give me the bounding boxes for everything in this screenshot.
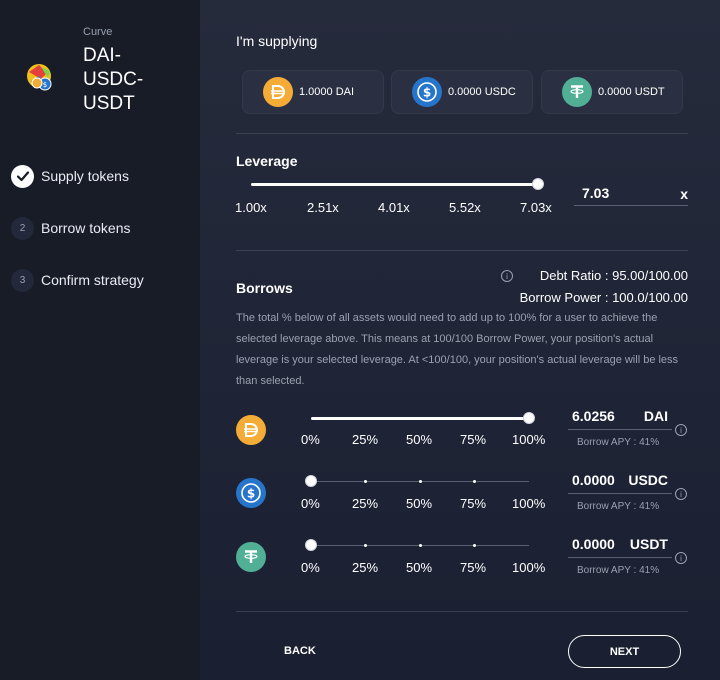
- borrow-tick: 0%: [301, 560, 320, 575]
- borrow-input-dai[interactable]: 6.0256 DAI: [568, 408, 672, 430]
- borrow-value: 0.0000: [572, 472, 615, 488]
- usdc-icon: $: [236, 478, 266, 508]
- borrow-symbol: USDT: [629, 536, 668, 552]
- borrows-title: Borrows: [236, 280, 293, 296]
- borrow-tick: 75%: [460, 496, 487, 511]
- svg-text:$: $: [247, 487, 255, 501]
- info-icon[interactable]: i: [675, 424, 687, 436]
- borrow-tick: 25%: [352, 496, 379, 511]
- supply-usdt-button[interactable]: 0.0000 USDT: [541, 70, 683, 114]
- borrow-input-usdt[interactable]: 0.0000 USDT: [568, 536, 672, 558]
- debt-ratio: Debt Ratio : 95.00/100.00: [539, 268, 688, 283]
- borrow-input-usdc[interactable]: 0.0000 USDC: [568, 472, 672, 494]
- borrow-apy: Borrow APY : 41%: [577, 565, 660, 576]
- pool-name-line: USDT: [83, 93, 135, 114]
- borrow-apy: Borrow APY : 41%: [577, 437, 660, 448]
- slider-mark: [364, 544, 367, 547]
- next-button[interactable]: NEXT: [568, 635, 681, 668]
- borrow-tick: 100%: [512, 496, 546, 511]
- borrow-tick: 0%: [301, 432, 320, 447]
- usdt-icon: [562, 77, 592, 107]
- usdt-icon: [236, 542, 266, 572]
- leverage-value: 7.03: [582, 185, 610, 201]
- info-icon[interactable]: i: [675, 488, 687, 500]
- borrow-apy: Borrow APY : 41%: [577, 501, 660, 512]
- borrow-tick: 50%: [406, 432, 433, 447]
- supply-amount: 1.0000 DAI: [299, 86, 355, 98]
- borrow-slider-handle-dai[interactable]: [523, 412, 535, 424]
- borrow-tick: 25%: [352, 560, 379, 575]
- info-icon[interactable]: i: [501, 270, 513, 282]
- borrow-tick: 0%: [301, 496, 320, 511]
- borrow-slider-handle-usdc[interactable]: [305, 475, 317, 487]
- pool-name: DAI- USDC- USDT: [83, 44, 183, 116]
- pool-protocol-label: Curve: [83, 26, 113, 38]
- borrow-value: 0.0000: [572, 536, 615, 552]
- step-supply-tokens[interactable]: Supply tokens: [11, 164, 129, 188]
- dai-icon: [236, 415, 266, 445]
- info-icon[interactable]: i: [675, 552, 687, 564]
- slider-mark: [364, 480, 367, 483]
- supply-amount: 0.0000 USDC: [448, 86, 516, 98]
- divider: [236, 250, 688, 251]
- pool-logo-icon: $: [25, 63, 55, 93]
- dai-icon: [263, 77, 293, 107]
- borrow-tick: 100%: [512, 560, 546, 575]
- borrow-tick: 50%: [406, 560, 433, 575]
- borrow-symbol: USDC: [628, 472, 668, 488]
- pool-name-line: DAI-: [83, 45, 121, 66]
- borrow-tick: 50%: [406, 496, 433, 511]
- step-label: Supply tokens: [41, 168, 129, 184]
- leverage-tick: 4.01x: [378, 200, 410, 215]
- slider-mark: [473, 544, 476, 547]
- step-confirm-strategy[interactable]: 3 Confirm strategy: [11, 268, 144, 292]
- step-borrow-tokens[interactable]: 2 Borrow tokens: [11, 216, 130, 240]
- usdc-icon: $: [412, 77, 442, 107]
- step-number: 3: [11, 268, 34, 292]
- svg-text:$: $: [423, 86, 431, 100]
- pool-name-line: USDC-: [83, 69, 144, 90]
- slider-mark: [419, 480, 422, 483]
- slider-mark: [419, 544, 422, 547]
- leverage-tick: 5.52x: [449, 200, 481, 215]
- slider-mark: [473, 480, 476, 483]
- borrow-tick: 75%: [460, 560, 487, 575]
- leverage-slider-track[interactable]: [251, 183, 538, 186]
- supply-dai-button[interactable]: 1.0000 DAI: [242, 70, 384, 114]
- supply-usdc-button[interactable]: $ 0.0000 USDC: [391, 70, 533, 114]
- borrow-slider-handle-usdt[interactable]: [305, 539, 317, 551]
- leverage-unit: x: [680, 186, 688, 202]
- divider: [236, 133, 688, 134]
- leverage-tick: 1.00x: [235, 200, 267, 215]
- leverage-tick: 7.03x: [520, 200, 552, 215]
- leverage-title: Leverage: [236, 153, 298, 169]
- borrow-power: Borrow Power : 100.0/100.00: [519, 290, 688, 305]
- svg-text:$: $: [43, 81, 47, 89]
- borrow-symbol: DAI: [643, 408, 668, 424]
- sidebar: $ Curve DAI- USDC- USDT Supply tokens 2 Bo…: [0, 0, 200, 680]
- borrow-tick: 75%: [460, 432, 487, 447]
- step-label: Confirm strategy: [41, 272, 144, 288]
- back-button[interactable]: BACK: [284, 645, 316, 657]
- supply-amount: 0.0000 USDT: [598, 86, 665, 98]
- borrow-tick: 25%: [352, 432, 379, 447]
- borrow-tick: 100%: [512, 432, 546, 447]
- leverage-tick: 2.51x: [307, 200, 339, 215]
- borrow-slider-track-dai[interactable]: [311, 417, 529, 420]
- step-number: 2: [11, 216, 34, 240]
- leverage-input[interactable]: 7.03 x: [574, 184, 688, 206]
- borrow-value: 6.0256: [572, 408, 615, 424]
- leverage-slider-handle[interactable]: [532, 178, 544, 190]
- borrows-description: The total % below of all assets would ne…: [236, 312, 679, 387]
- supply-title: I'm supplying: [236, 33, 318, 49]
- divider: [236, 611, 688, 612]
- check-icon: [11, 164, 34, 188]
- step-label: Borrow tokens: [41, 220, 131, 236]
